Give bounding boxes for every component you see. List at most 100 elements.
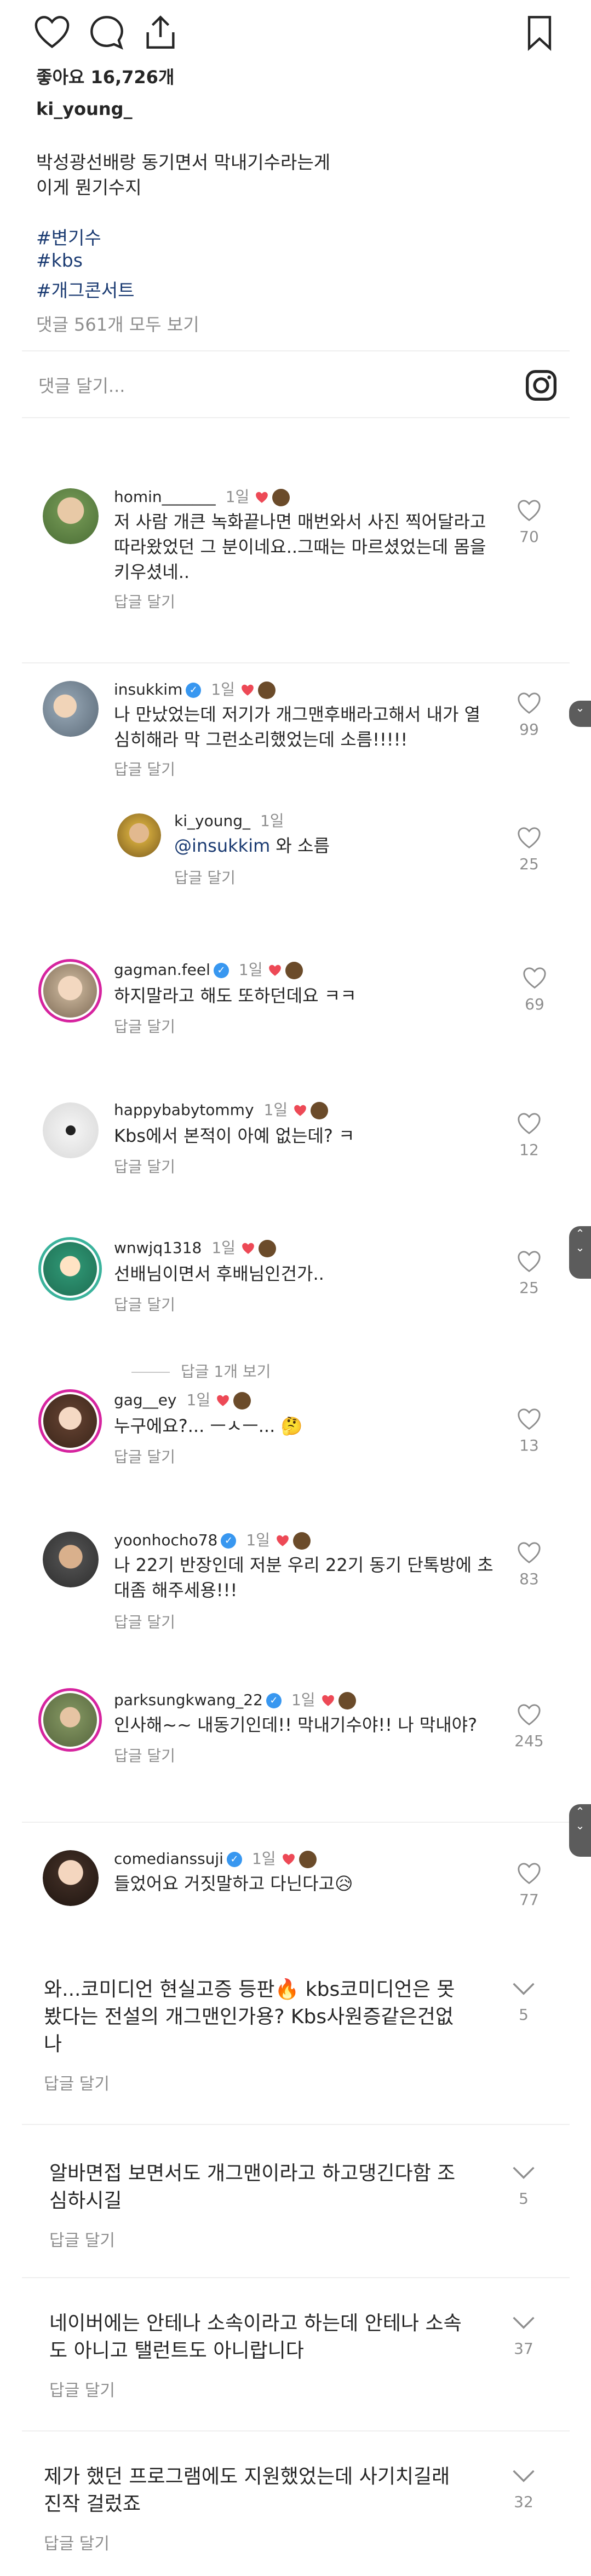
comment-username[interactable]: gag__ey (114, 1391, 177, 1409)
heart-icon (282, 1853, 295, 1865)
chevron-down-icon[interactable] (511, 2160, 536, 2185)
comment-line: 나 22기 반장인데 저분 우리 22기 동기 단톡방에 초 (114, 1555, 494, 1575)
instagram-icon[interactable] (524, 368, 559, 403)
comment-like[interactable]: 83 (513, 1540, 546, 1588)
comment-vote[interactable]: 37 (507, 2310, 540, 2358)
comment-like[interactable]: 25 (513, 825, 546, 873)
reply-button[interactable]: 답글 달기 (49, 2377, 115, 2401)
heart-icon[interactable] (517, 1861, 542, 1886)
mention-link[interactable]: @insukkim (174, 835, 270, 856)
comment-like[interactable]: 70 (513, 498, 546, 546)
heart-icon[interactable] (517, 1111, 542, 1136)
heart-icon[interactable] (517, 498, 542, 523)
reply-button[interactable]: 답글 달기 (114, 1445, 175, 1467)
comment-line: 키우셨네.. (114, 562, 190, 582)
comment-icon[interactable] (88, 13, 126, 51)
comment-username[interactable]: yoonhocho78 (114, 1531, 217, 1549)
scroll-handle[interactable]: ⌄ (569, 701, 591, 727)
reply-button[interactable]: 답글 달기 (114, 590, 175, 612)
chevron-down-icon[interactable] (511, 2310, 536, 2335)
heart-icon[interactable] (517, 1702, 542, 1728)
heart-icon[interactable] (517, 691, 542, 716)
reply-thread-line (131, 1372, 170, 1373)
heart-icon[interactable] (517, 825, 542, 851)
reply-button[interactable]: 답글 달기 (114, 1610, 175, 1632)
avatar[interactable] (43, 1850, 99, 1906)
heart-icon[interactable] (33, 13, 71, 51)
comment-like[interactable]: 69 (518, 966, 551, 1013)
scroll-handle[interactable]: ⌃ ⌄ (569, 1226, 591, 1279)
comment-input[interactable]: 댓글 달기... (38, 372, 125, 397)
heart-icon (217, 1395, 229, 1406)
reply-button[interactable]: 답글 달기 (174, 866, 236, 888)
comment-username[interactable]: comedianssuji (114, 1850, 223, 1868)
heart-icon[interactable] (517, 1249, 542, 1274)
comment-username[interactable]: homin_______ (114, 488, 216, 506)
chevron-down-icon[interactable] (511, 2463, 536, 2488)
avatar[interactable] (38, 959, 102, 1023)
comment-username[interactable]: ki_young_ (174, 812, 250, 830)
view-all-comments-link[interactable]: 댓글 561개 모두 보기 (36, 311, 199, 336)
bookmark-icon[interactable] (520, 13, 559, 51)
avatar[interactable] (117, 813, 161, 857)
reply-button[interactable]: 답글 달기 (114, 1744, 175, 1766)
comment-text: 나 만났었는데 저기가 개그맨후배라고해서 내가 열 심히해라 막 그런소리했었… (114, 702, 480, 752)
reply-button[interactable]: 답글 달기 (114, 1155, 175, 1177)
comment-meta: happybabytommy 1일 (114, 1098, 329, 1120)
comment-line: 심히해라 막 그런소리했었는데 소름!!!!! (114, 729, 408, 750)
heart-icon[interactable] (522, 966, 547, 991)
reply-button[interactable]: 답글 달기 (44, 2070, 110, 2094)
avatar[interactable] (43, 488, 99, 544)
scroll-handle[interactable]: ⌃ ⌄ (569, 1804, 591, 1857)
comment-line: 봤다는 전설의 개그맨인가용? Kbs사원증같은건없 (44, 2006, 454, 2028)
comment-time: 1일 (211, 680, 235, 698)
add-comment-bar[interactable]: 댓글 달기... (22, 350, 570, 418)
reply-button[interactable]: 답글 달기 (44, 2530, 110, 2554)
post-username[interactable]: ki_young_ (36, 99, 133, 119)
hashtag-link[interactable]: #개그콘서트 (36, 276, 134, 302)
comment-vote[interactable]: 5 (507, 1976, 540, 2024)
view-replies-link[interactable]: 답글 1개 보기 (131, 1360, 271, 1382)
comment-like[interactable]: 13 (513, 1407, 546, 1454)
comment-line: 와 소름 (270, 835, 330, 856)
avatar[interactable] (38, 1688, 102, 1752)
comment-like[interactable]: 25 (513, 1249, 546, 1297)
share-icon[interactable] (141, 13, 180, 51)
comment-text: 누구에요?... ㅡㅅㅡ... 🤔 (114, 1413, 302, 1439)
avatar[interactable] (38, 1389, 102, 1453)
avatar[interactable] (38, 1237, 102, 1301)
comment-username[interactable]: happybabytommy (114, 1101, 254, 1119)
comment-username[interactable]: parksungkwang_22 (114, 1691, 263, 1709)
chevron-down-icon[interactable] (511, 1976, 536, 2001)
comment-like[interactable]: 12 (513, 1111, 546, 1159)
comment-meta: yoonhocho78 ✓ 1일 (114, 1528, 311, 1550)
comment-username[interactable]: gagman.feel (114, 961, 210, 979)
heart-icon[interactable] (517, 1540, 542, 1566)
comment-like[interactable]: 77 (513, 1861, 546, 1909)
reply-button[interactable]: 답글 달기 (49, 2227, 115, 2251)
like-count[interactable]: 좋아요 16,726개 (36, 63, 174, 89)
avatar[interactable] (43, 1532, 99, 1587)
hashtag-link[interactable]: #kbs (36, 250, 83, 271)
comment-vote[interactable]: 5 (507, 2160, 540, 2208)
comment-text: 네이버에는 안테나 소속이라고 하는데 안테나 소속 도 아니고 탤런트도 아니… (49, 2310, 462, 2365)
comment-like[interactable]: 245 (513, 1702, 546, 1750)
comment-line: 나 (44, 2033, 62, 2055)
comment-line: 저 사람 개큰 녹화끝나면 매번와서 사진 찍어달라고 (114, 511, 486, 532)
like-count: 99 (519, 720, 539, 738)
verified-icon: ✓ (186, 683, 202, 698)
comment-line: 알바면접 보면서도 개그맨이라고 하고댕긴다함 조 (49, 2162, 456, 2185)
reply-button[interactable]: 답글 달기 (114, 1015, 175, 1037)
comment-username[interactable]: insukkim (114, 680, 182, 698)
comment-like[interactable]: 99 (513, 691, 546, 738)
avatar[interactable] (43, 1102, 99, 1158)
reply-button[interactable]: 답글 달기 (114, 758, 175, 779)
comment-meta: gagman.feel ✓ 1일 (114, 958, 303, 980)
comment-username[interactable]: wnwjq1318 (114, 1239, 202, 1257)
hashtag-link[interactable]: #변기수 (36, 223, 101, 250)
comment-time: 1일 (251, 1850, 276, 1868)
comment-vote[interactable]: 32 (507, 2463, 540, 2511)
heart-icon[interactable] (517, 1407, 542, 1432)
reply-button[interactable]: 답글 달기 (114, 1293, 175, 1315)
avatar[interactable] (43, 681, 99, 737)
